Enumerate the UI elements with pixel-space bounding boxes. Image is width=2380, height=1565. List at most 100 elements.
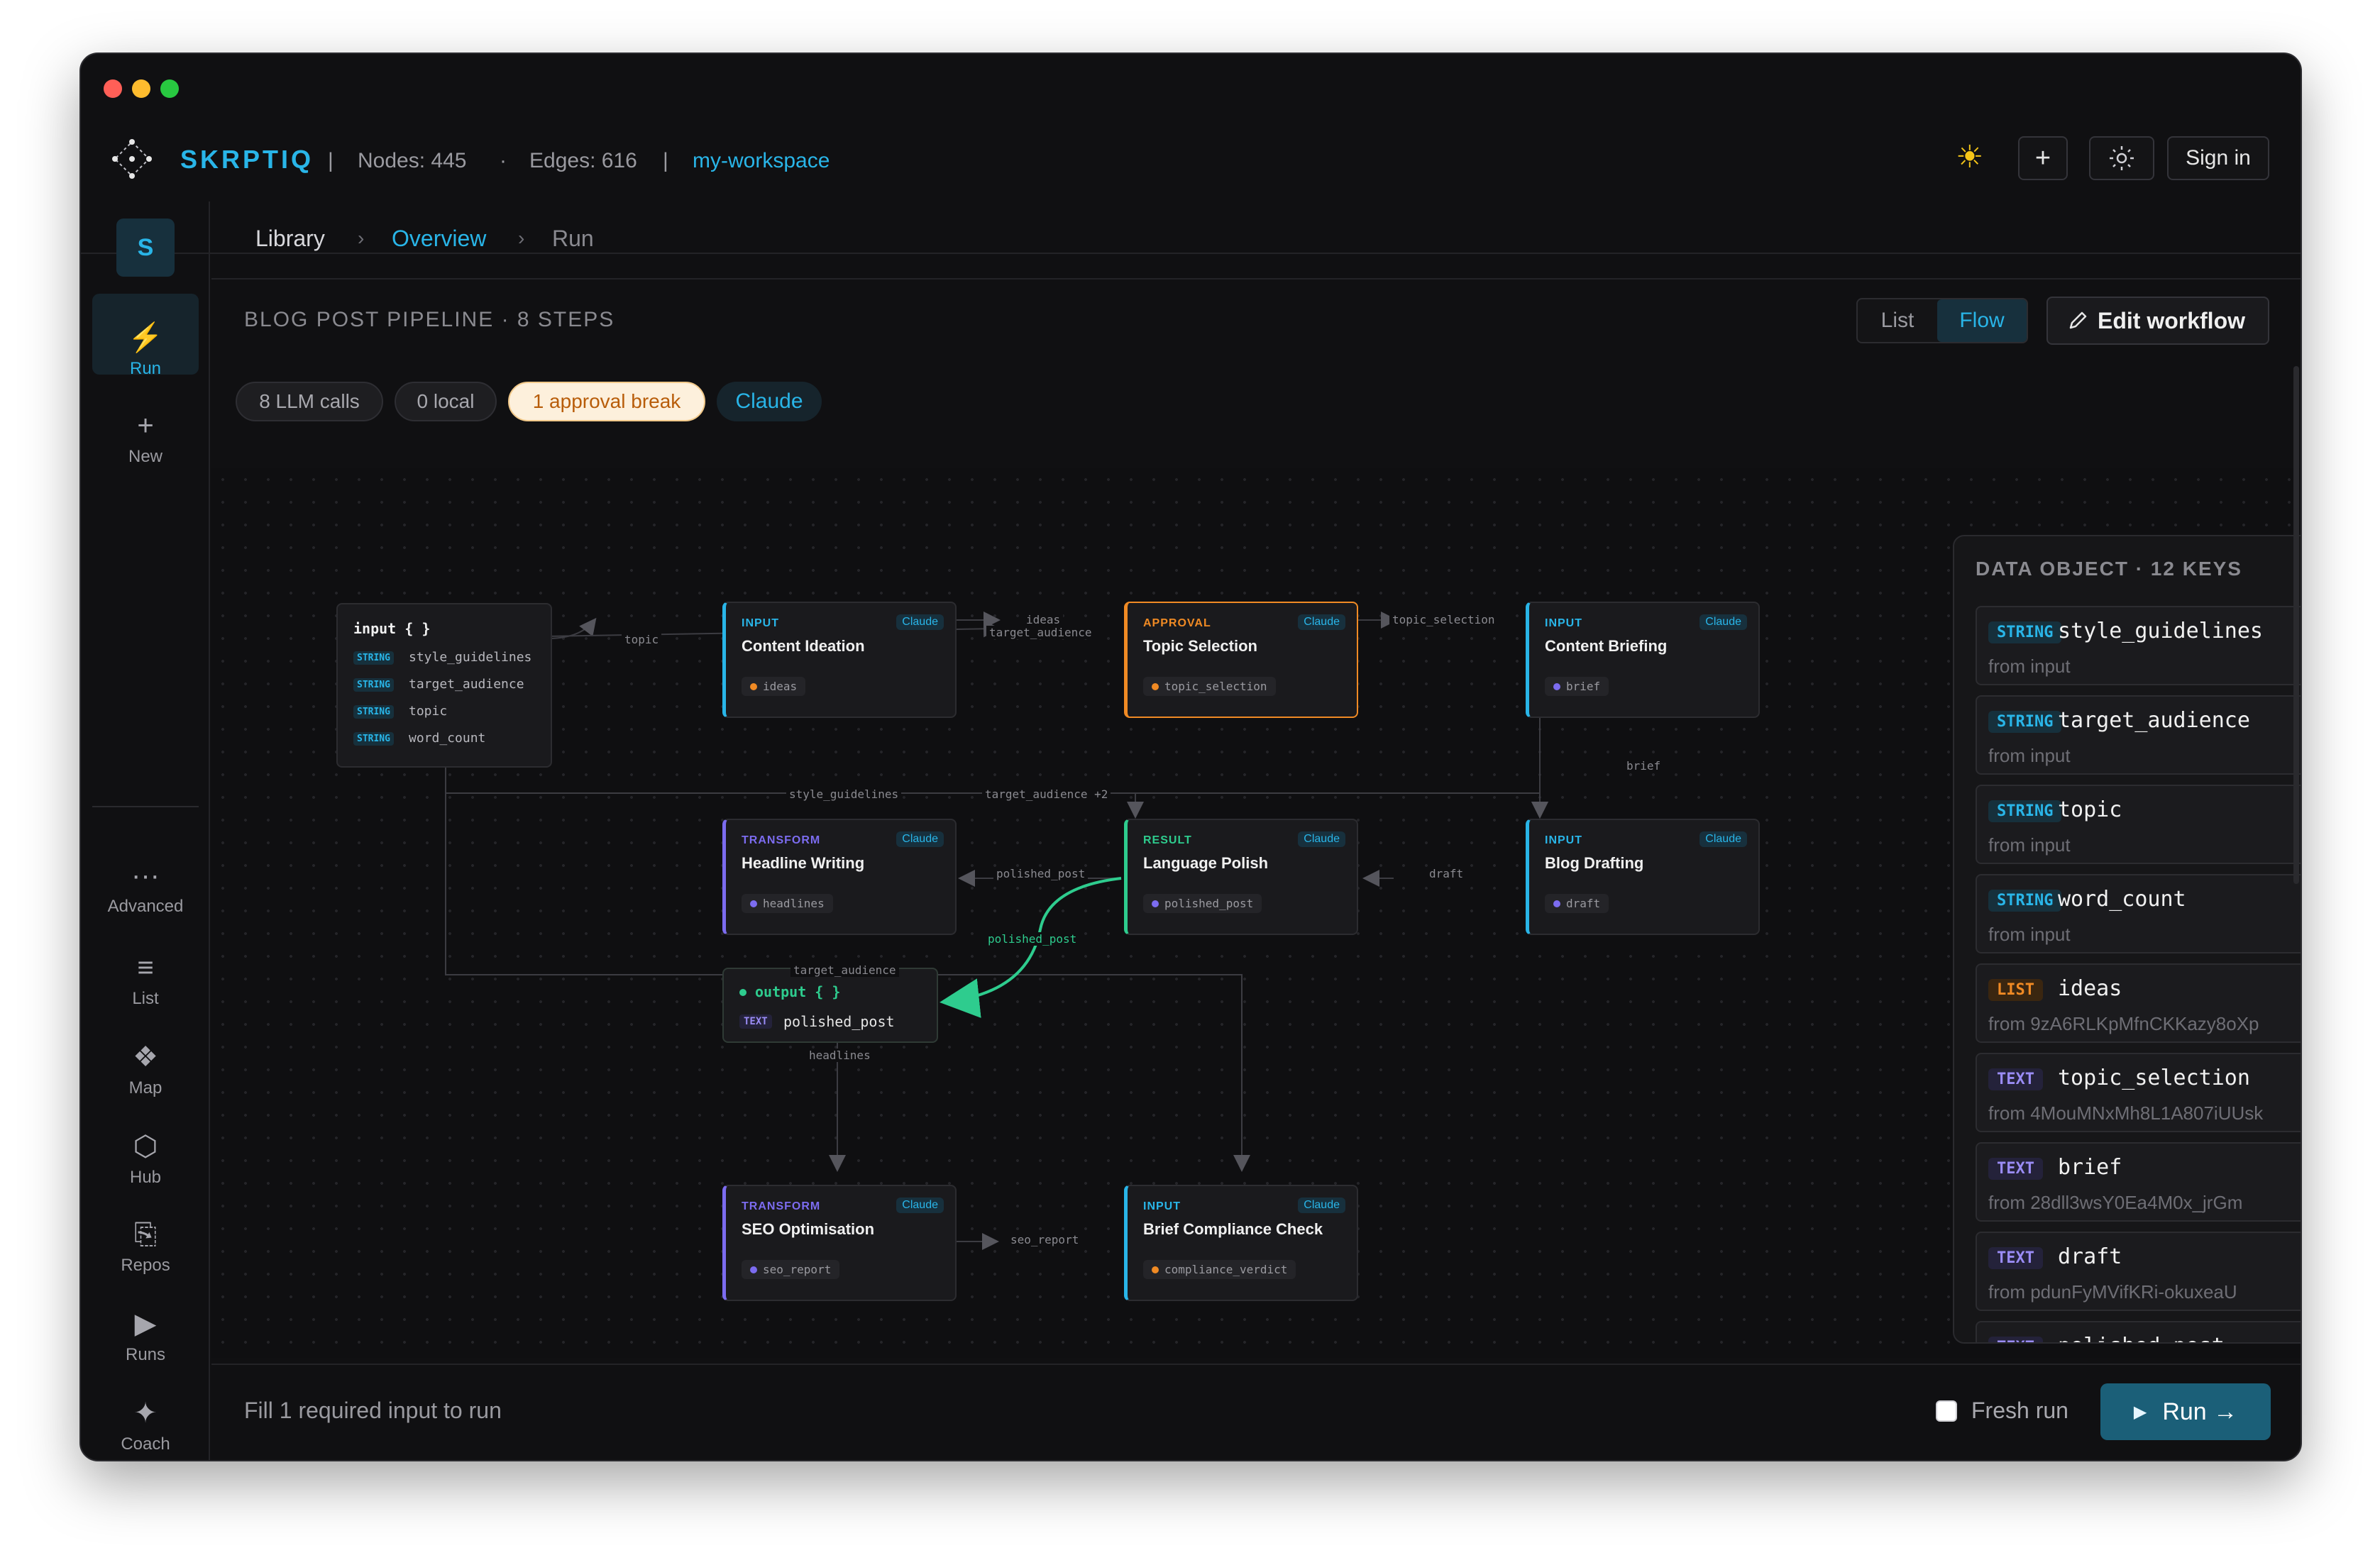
breadcrumb-overview[interactable]: Overview [392, 226, 486, 252]
type-badge: STRING [1988, 890, 2062, 912]
sidebar-item-run[interactable]: ⚡ Run [92, 321, 199, 379]
data-key-name: topic_selection [2058, 1066, 2250, 1090]
edge-label: polished_post [985, 932, 1080, 946]
input-node-title: input { } [353, 620, 431, 637]
workspace-avatar[interactable]: S [116, 219, 175, 277]
maximize-window-icon[interactable] [160, 79, 179, 98]
run-button-label: Run → [2162, 1398, 2238, 1425]
output-field-name: polished_post [783, 1013, 895, 1030]
sidebar-item-label: Advanced [107, 897, 184, 916]
flow-node-language-polish[interactable]: RESULT Claude Language Polish polished_post [1124, 819, 1358, 935]
edge-label: style_guidelines [786, 787, 902, 801]
node-title: Topic Selection [1143, 637, 1257, 655]
pencil-icon [2069, 311, 2087, 329]
edge-label: target_audience +2 [982, 787, 1111, 801]
fresh-run-label[interactable]: Fresh run [1971, 1398, 2068, 1424]
node-output-name: draft [1566, 897, 1601, 910]
separator-dot: · [500, 149, 507, 172]
run-button[interactable]: ▶ Run → [2100, 1383, 2271, 1440]
type-badge: STRING [353, 732, 394, 746]
data-key-card[interactable]: LIST ideas from 9zA6RLKpMfnCKKazy8oXp [1976, 963, 2301, 1043]
node-output: ideas [742, 677, 806, 696]
canvas-scrollbar[interactable] [2293, 366, 2299, 884]
data-key-name: draft [2058, 1244, 2122, 1269]
breadcrumb-separator: › [518, 227, 525, 249]
sidebar-item-runs[interactable]: ▶ Runs [92, 1307, 199, 1365]
sidebar-item-list[interactable]: ≡ List [92, 951, 199, 1009]
output-node[interactable]: output { } TEXT polished_post [722, 968, 938, 1043]
view-flow-button[interactable]: Flow [1937, 299, 2027, 342]
provider-chip: Claude [717, 382, 822, 421]
view-list-button[interactable]: List [1858, 299, 1937, 342]
edge-label: seo_report [1008, 1233, 1082, 1246]
input-field-name: word_count [409, 731, 486, 746]
sidebar-item-advanced[interactable]: ··· Advanced [92, 858, 199, 917]
sign-in-button[interactable]: Sign in [2167, 136, 2269, 180]
fresh-run-checkbox[interactable] [1936, 1400, 1957, 1422]
play-icon: ▶ [134, 1308, 157, 1339]
brand-name[interactable]: SKRPTIQ [180, 145, 314, 175]
workspace-link[interactable]: my-workspace [693, 149, 830, 173]
data-key-source: from input [1988, 924, 2071, 945]
node-title: Blog Drafting [1545, 854, 1644, 872]
data-key-card[interactable]: TEXT topic_selection from 4MouMNxMh8L1A807… [1976, 1053, 2301, 1132]
data-key-card[interactable]: STRING target_audience from input [1976, 695, 2301, 775]
data-key-card[interactable]: TEXT brief from 28dll3wsY0Ea4M0x_jrGm [1976, 1142, 2301, 1222]
sidebar-item-coach[interactable]: ✦ Coach [92, 1396, 199, 1454]
sparkle-icon: ✦ [133, 1398, 158, 1429]
data-key-card[interactable]: STRING style_guidelines from input [1976, 606, 2301, 685]
data-key-card[interactable]: TEXT polished_post [1976, 1321, 2301, 1342]
breadcrumb-library[interactable]: Library [255, 226, 325, 252]
sun-icon[interactable]: ☀ [1956, 140, 1983, 175]
node-kind: RESULT [1143, 834, 1192, 846]
flow-node-topic-selection[interactable]: APPROVAL Claude Topic Selection topic_selec… [1124, 602, 1358, 718]
node-kind: TRANSFORM [742, 1200, 821, 1212]
node-title: Brief Compliance Check [1143, 1220, 1323, 1238]
type-badge: STRING [1988, 621, 2062, 643]
input-node[interactable]: input { } STRING style_guidelines STRING ta… [336, 603, 552, 768]
data-key-source: from 28dll3wsY0Ea4M0x_jrGm [1988, 1192, 2243, 1213]
data-key-card[interactable]: TEXT draft from pdunFyMVifKRi-okuxeaU [1976, 1232, 2301, 1311]
data-key-source: from 4MouMNxMh8L1A807iUUsk [1988, 1102, 2264, 1124]
data-object-title: DATA OBJECT · 12 KEYS [1976, 558, 2242, 580]
data-key-card[interactable]: STRING word_countfrom input [1976, 874, 2301, 953]
sidebar-item-repos[interactable]: ⎘ Repos [92, 1217, 199, 1276]
data-key-name: style_guidelines [2058, 619, 2263, 643]
breadcrumb-separator: › [358, 227, 365, 249]
llm-calls-chip: 8 LLM calls [236, 382, 383, 421]
type-badge: STRING [353, 678, 394, 692]
data-object-panel[interactable]: DATA OBJECT · 12 KEYS › STRINGstyle_guid… [1953, 535, 2301, 1344]
node-output-name: brief [1566, 680, 1601, 693]
divider [211, 278, 2301, 280]
add-button[interactable]: + [2018, 136, 2068, 180]
data-key-card[interactable]: STRING topic from input [1976, 785, 2301, 864]
settings-button[interactable] [2089, 136, 2154, 180]
node-provider-badge: Claude [1298, 1198, 1345, 1213]
minimize-window-icon[interactable] [132, 79, 150, 98]
node-output: headlines [742, 894, 833, 913]
flow-node-seo-optimisation[interactable]: TRANSFORM Claude SEO Optimisation seo_repor… [722, 1185, 957, 1301]
node-kind: INPUT [1545, 617, 1582, 629]
node-kind: APPROVAL [1143, 617, 1211, 629]
data-key-name: word_count [2058, 887, 2186, 912]
sidebar-divider [92, 806, 199, 807]
flow-node-content-briefing[interactable]: INPUT Claude Content Briefing brief [1526, 602, 1760, 718]
status-dot [1152, 1266, 1159, 1273]
flow-node-content-ideation[interactable]: INPUT Claude Content Ideation ideas [722, 602, 957, 718]
close-window-icon[interactable] [104, 79, 122, 98]
sidebar-item-new[interactable]: + New [92, 409, 199, 467]
node-kind: INPUT [1545, 834, 1582, 846]
edge-label: target_audience [986, 626, 1095, 639]
type-badge: STRING [1988, 800, 2062, 822]
sidebar-item-hub[interactable]: ⬡ Hub [92, 1129, 199, 1188]
edge-label: polished_post [993, 867, 1089, 880]
flow-node-brief-compliance-check[interactable]: INPUT Claude Brief Compliance Check complia… [1124, 1185, 1358, 1301]
edit-workflow-button[interactable]: Edit workflow [2046, 297, 2269, 345]
edge-label: draft [1426, 867, 1467, 880]
sidebar-item-map[interactable]: ❖ Map [92, 1040, 199, 1098]
flow-node-blog-drafting[interactable]: INPUT Claude Blog Drafting draft [1526, 819, 1760, 935]
flow-node-headline-writing[interactable]: TRANSFORM Claude Headline Writing headlines [722, 819, 957, 935]
data-key-source: from input [1988, 834, 2071, 856]
node-output-name: headlines [763, 897, 825, 910]
data-key-name: brief [2058, 1155, 2122, 1180]
